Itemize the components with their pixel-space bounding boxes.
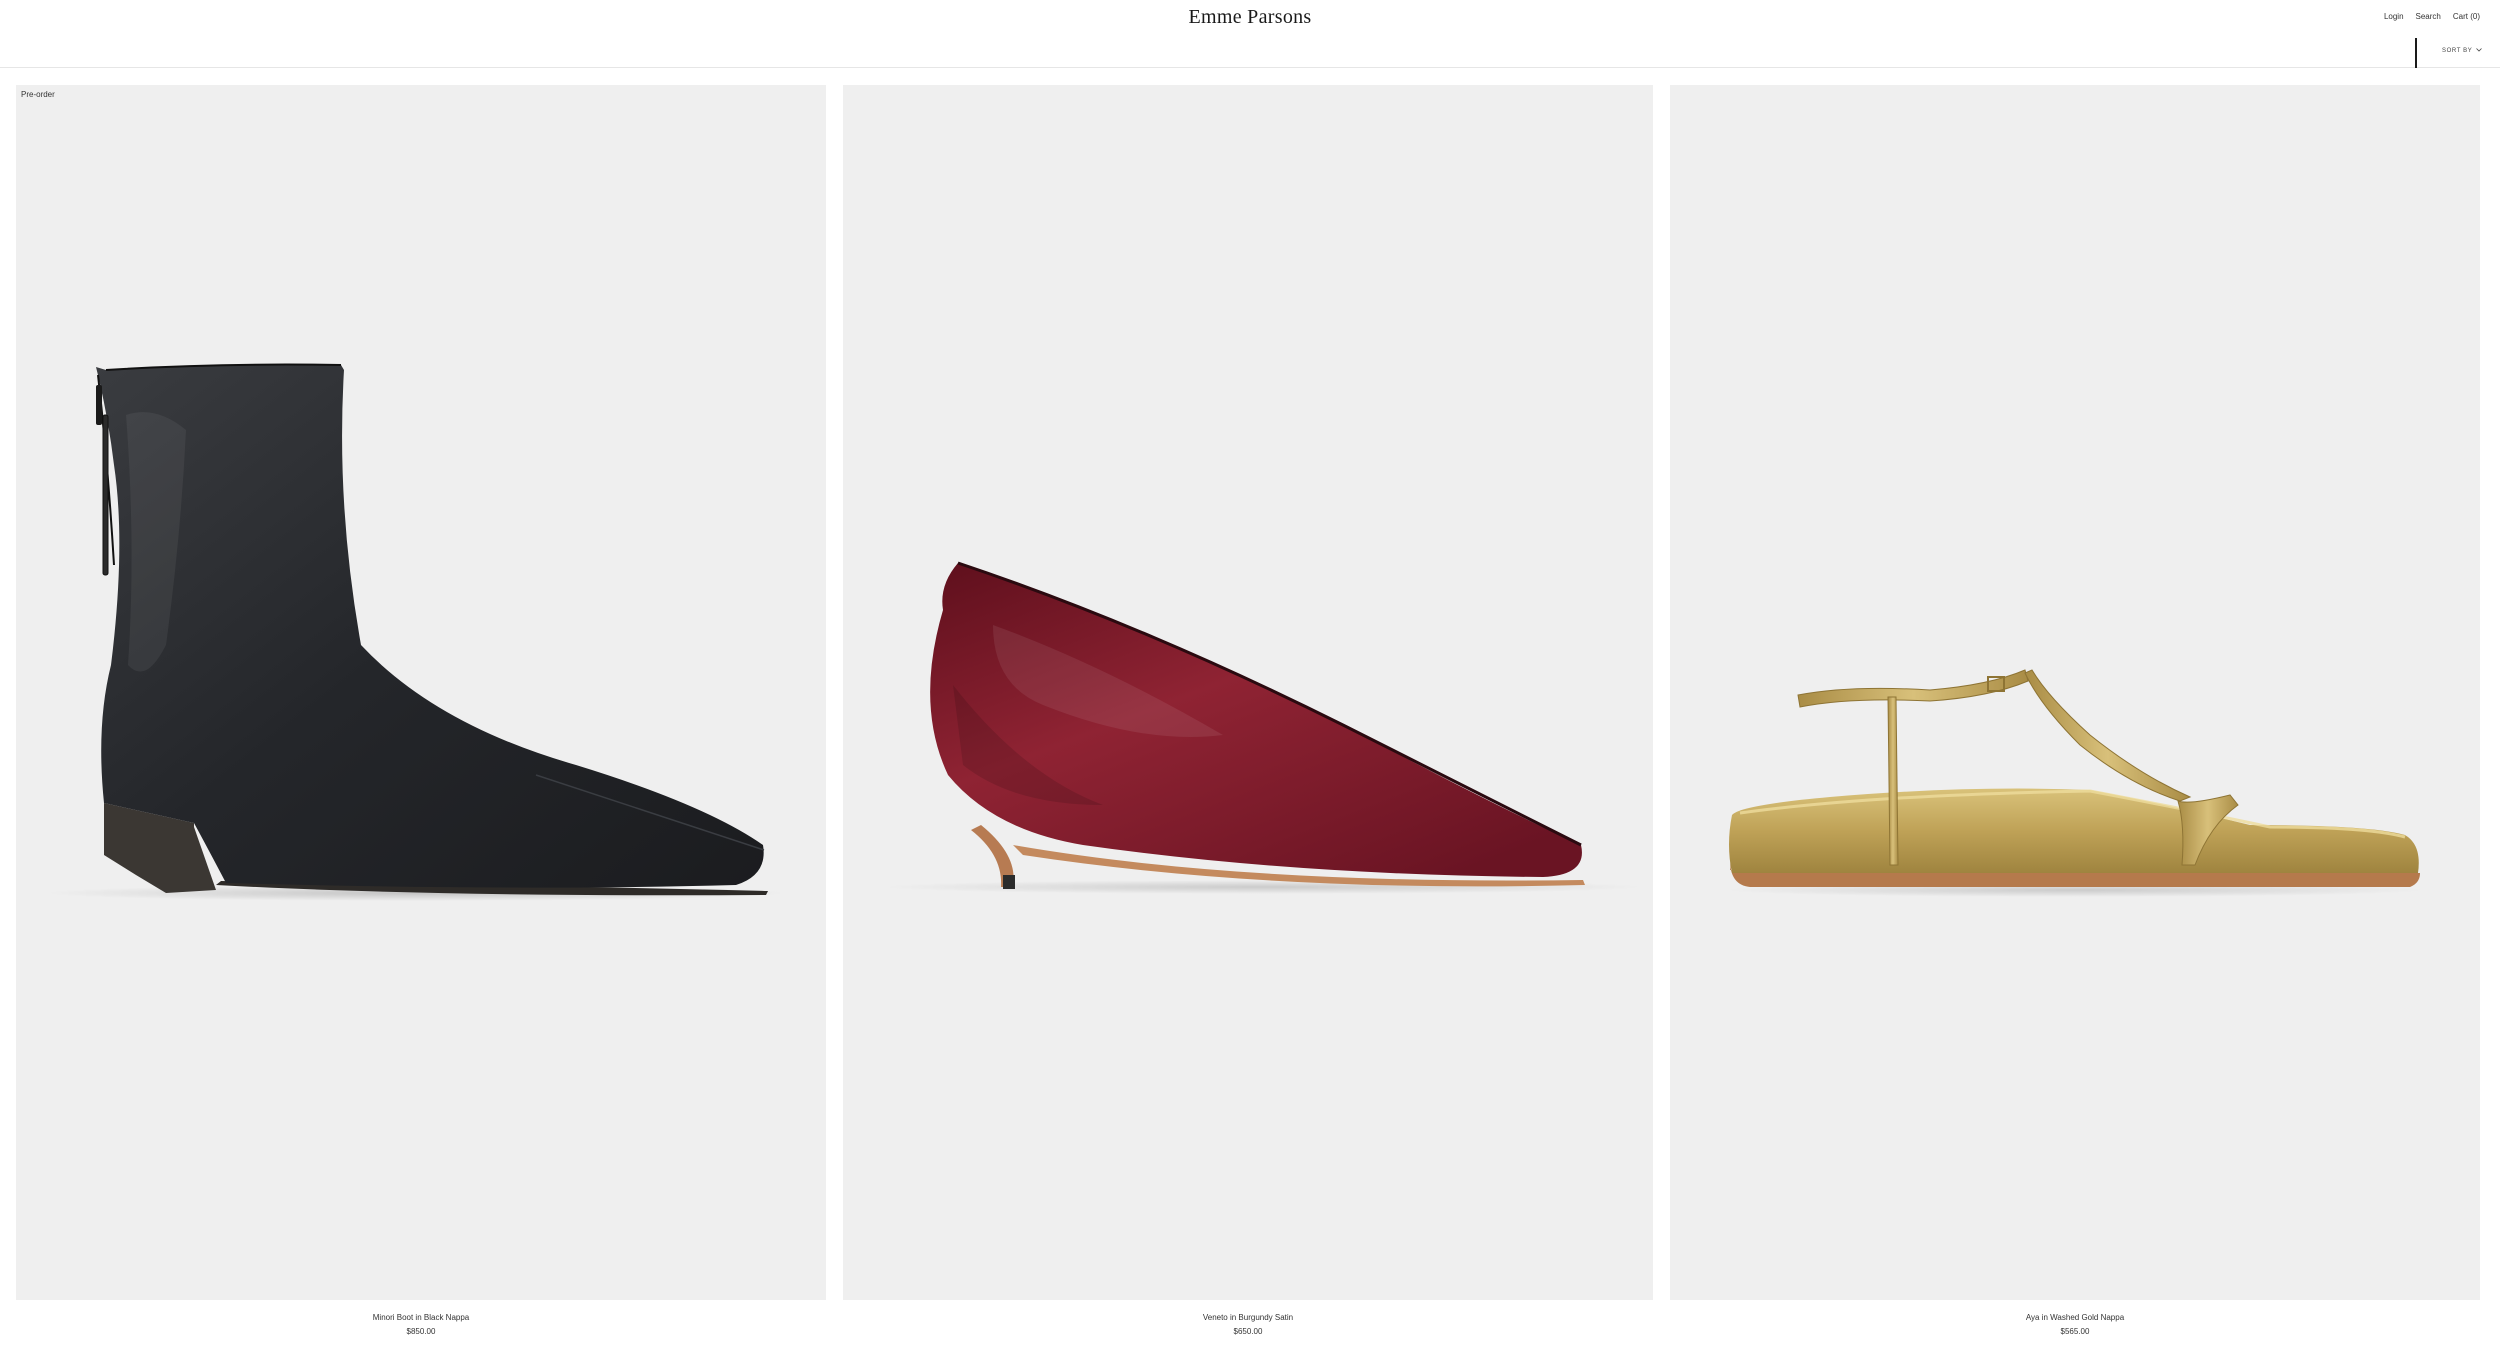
product-price: $650.00	[1233, 1327, 1263, 1336]
product-image[interactable]	[1670, 85, 2480, 1300]
product-image[interactable]	[843, 85, 1653, 1300]
sort-divider	[2415, 38, 2417, 68]
product-name[interactable]: Aya in Washed Gold Nappa	[1670, 1313, 2480, 1322]
cart-link[interactable]: Cart (0)	[2453, 12, 2480, 21]
sort-area: SORT BY	[2415, 38, 2485, 68]
brand-logo[interactable]: Emme Parsons	[0, 6, 2500, 29]
product-price: $565.00	[2060, 1327, 2090, 1336]
chevron-down-icon	[2476, 48, 2483, 52]
site-header: Emme Parsons Login Search Cart (0) SORT …	[0, 0, 2500, 68]
login-link[interactable]: Login	[2384, 12, 2404, 21]
gold-sandal-image	[1725, 669, 2425, 897]
product-price: $850.00	[406, 1327, 436, 1336]
burgundy-pump-image	[883, 561, 1643, 894]
product-card[interactable]: Veneto in Burgundy Satin $650.00	[843, 85, 1653, 1336]
product-card[interactable]: Aya in Washed Gold Nappa $565.00	[1670, 85, 2480, 1336]
product-name[interactable]: Minori Boot in Black Nappa	[16, 1313, 826, 1322]
black-boot-image	[46, 363, 786, 901]
product-name[interactable]: Veneto in Burgundy Satin	[843, 1313, 1653, 1322]
sort-by-button[interactable]: SORT BY	[2442, 48, 2483, 54]
sort-by-label: SORT BY	[2442, 48, 2473, 54]
product-image[interactable]: Pre-order	[16, 85, 826, 1300]
top-nav: Login Search Cart (0)	[2384, 12, 2480, 21]
product-card[interactable]: Pre-order Minori Boot in Black Nappa $85…	[16, 85, 826, 1336]
search-link[interactable]: Search	[2416, 12, 2441, 21]
